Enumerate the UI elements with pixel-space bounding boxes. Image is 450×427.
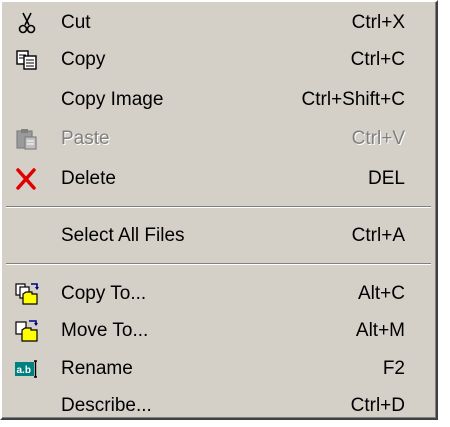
menu-item-rename[interactable]: a.b Rename F2: [4, 351, 433, 388]
menu-item-cut[interactable]: Cut Ctrl+X: [4, 5, 433, 42]
menu-item-shortcut: Alt+C: [358, 283, 405, 304]
menu-item-label: Copy: [61, 49, 106, 70]
menu-item-shortcut: Ctrl+A: [351, 225, 405, 246]
menu-item-shortcut: Ctrl+D: [350, 395, 405, 416]
menu-item-label: Delete: [61, 168, 116, 189]
menu-separator: [6, 263, 431, 265]
menu-item-copy[interactable]: Copy Ctrl+C: [4, 42, 433, 79]
scissors-icon: [18, 12, 36, 34]
menu-item-shortcut: Alt+M: [355, 320, 405, 341]
menu-item-paste: Paste Ctrl+V: [4, 121, 433, 158]
menu-item-shortcut: Ctrl+Shift+C: [301, 89, 405, 110]
copy-icon: [16, 50, 37, 70]
menu-item-shortcut: Ctrl+V: [351, 128, 405, 149]
svg-text:a.b: a.b: [17, 365, 31, 376]
menu-separator: [6, 206, 431, 208]
copy-to-folder-icon: [15, 283, 39, 305]
menu-item-copy-to[interactable]: Copy To... Alt+C: [4, 276, 433, 313]
menu-item-copy-image[interactable]: Copy Image Ctrl+Shift+C: [4, 82, 433, 119]
menu-item-move-to[interactable]: Move To... Alt+M: [4, 313, 433, 350]
menu-item-label: Rename: [61, 358, 133, 379]
paste-icon: [16, 129, 37, 150]
delete-x-icon: [16, 168, 36, 190]
menu-item-label: Describe...: [61, 395, 152, 416]
move-to-folder-icon: [15, 320, 38, 342]
menu-item-label: Copy To...: [61, 283, 147, 304]
menu-item-delete[interactable]: Delete DEL: [4, 161, 433, 198]
menu-item-label: Copy Image: [61, 89, 164, 110]
menu-item-shortcut: Ctrl+X: [351, 12, 405, 33]
menu-item-describe[interactable]: Describe... Ctrl+D: [4, 388, 433, 425]
menu-item-shortcut: F2: [382, 358, 405, 379]
rename-icon: a.b: [15, 360, 37, 378]
menu-item-shortcut: Ctrl+C: [350, 49, 405, 70]
menu-item-shortcut: DEL: [368, 168, 405, 189]
menu-item-label: Cut: [61, 12, 91, 33]
menu-item-label: Move To...: [61, 320, 149, 341]
context-menu: Cut Ctrl+X Copy Ctrl+C Copy Image Ctrl+S…: [0, 0, 438, 420]
menu-item-label: Paste: [61, 128, 110, 149]
menu-item-select-all-files[interactable]: Select All Files Ctrl+A: [4, 218, 433, 255]
menu-item-label: Select All Files: [61, 225, 185, 246]
